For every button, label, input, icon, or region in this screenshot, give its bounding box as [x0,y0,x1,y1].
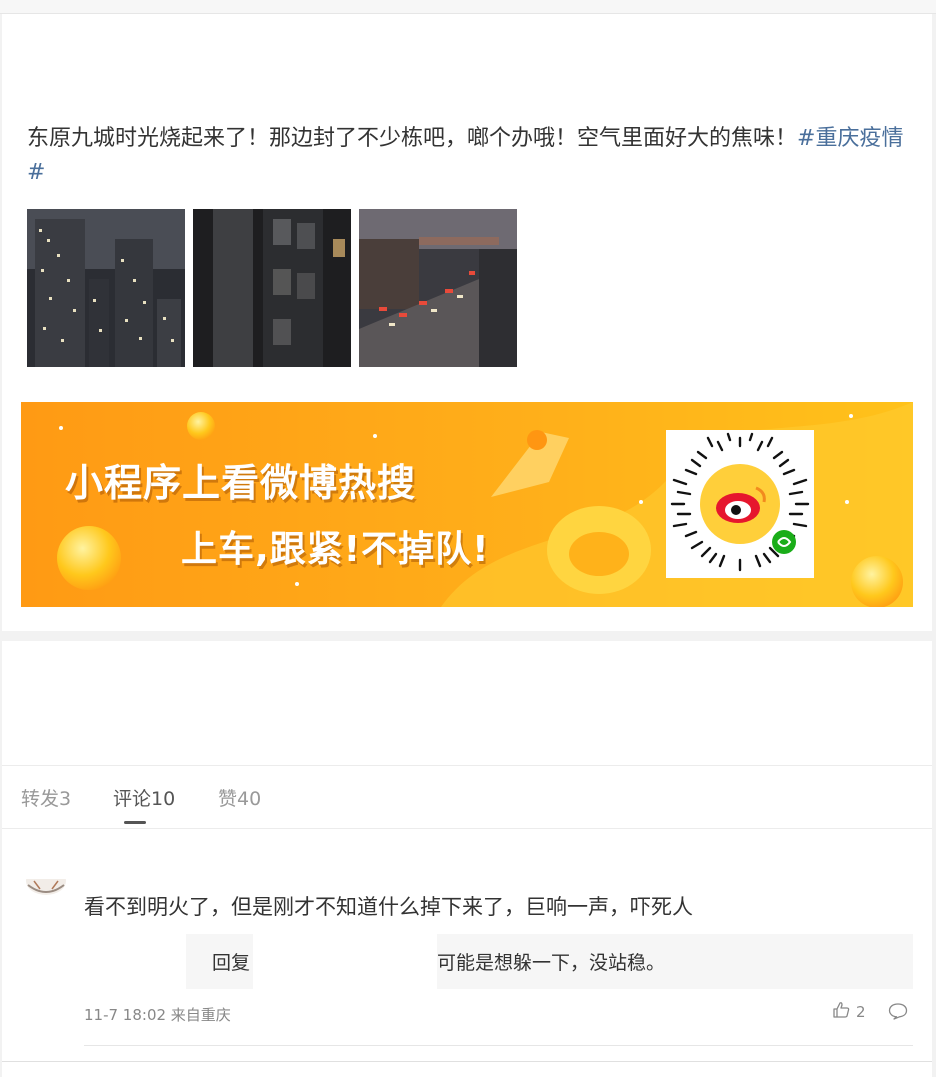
comment-meta: 11-7 18:02 来自重庆 [84,1006,231,1024]
comment-bubble-icon[interactable] [888,1002,908,1024]
post-image-3[interactable] [359,209,517,367]
reply-text: 可能是想躲一下，没站稳。 [437,952,666,974]
reply-redaction-1 [84,934,186,989]
post-card: 东原九城时光烧起来了！那边封了不少栋吧，啷个办哦！空气里面好大的焦味！#重庆疫情… [2,14,932,631]
tab-likes[interactable]: 赞40 [218,784,261,811]
comment-text: 看不到明火了，但是刚才不知道什么掉下来了，巨响一声，吓死人 [84,895,693,919]
qr-code[interactable] [666,430,814,578]
like-button[interactable]: 2 [832,1001,866,1023]
active-tab-indicator [124,821,146,824]
reply-preview[interactable]: 回复 可能是想躲一下，没站稳。 [84,934,913,989]
interaction-tabs: 转发3 评论10 赞40 [2,765,932,829]
mini-program-banner[interactable]: 小程序上看微博热搜 上车,跟紧!不掉队! [21,402,913,607]
list-bottom-divider [2,1061,932,1062]
post-body: 东原九城时光烧起来了！那边封了不少栋吧，啷个办哦！空气里面好大的焦味！ [27,126,798,151]
tab-comments[interactable]: 评论10 [113,784,175,811]
reply-label: 回复 [212,952,251,974]
post-text: 东原九城时光烧起来了！那边封了不少栋吧，啷个办哦！空气里面好大的焦味！#重庆疫情… [27,122,917,190]
banner-subheadline: 上车,跟紧!不掉队! [181,529,490,570]
comments-card: 转发3 评论10 赞40 看不到明火了，但是刚才不知道什么掉下来了，巨响一声，吓… [2,641,932,1077]
banner-headline: 小程序上看微博热搜 [65,461,417,505]
avatar[interactable] [24,879,68,899]
post-image-1[interactable] [27,209,185,367]
like-count: 2 [856,1003,866,1021]
top-strip [0,0,936,14]
post-image-2[interactable] [193,209,351,367]
post-images [27,209,517,367]
thumbs-up-icon [832,1001,850,1023]
reply-redaction-2 [253,934,437,989]
comment-divider [84,1045,913,1046]
section-gap [0,631,936,641]
tab-reposts[interactable]: 转发3 [21,784,71,811]
